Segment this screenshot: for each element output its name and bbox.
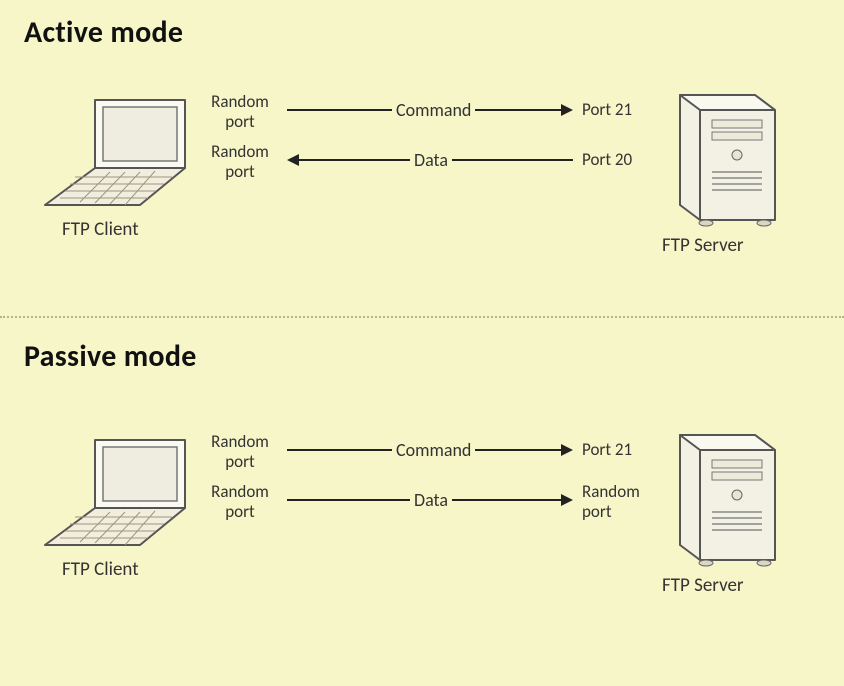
active-client-caption: FTP Client [62,218,139,241]
diagram-canvas: Active mode FTP Client [0,0,844,686]
passive-data-label: Data [410,489,452,511]
passive-cmd-left-port: Random port [200,432,280,471]
passive-client-caption: FTP Client [62,558,139,581]
passive-data-left-port: Random port [200,482,280,521]
active-data-right-port: Port 20 [582,150,652,170]
active-command-label: Command [392,99,475,121]
passive-command-label: Command [392,439,475,461]
laptop-icon [40,90,190,210]
active-cmd-right-port: Port 21 [582,100,652,120]
server-icon [660,80,790,230]
active-data-label: Data [410,149,452,171]
active-cmd-left-port: Random port [200,92,280,131]
server-icon [660,420,790,570]
laptop-icon [40,430,190,550]
passive-data-right-port: Random port [582,482,662,521]
active-title: Active mode [24,14,183,51]
active-server-caption: FTP Server [662,234,744,257]
section-divider [0,316,844,318]
passive-cmd-right-port: Port 21 [582,440,662,460]
active-data-left-port: Random port [200,142,280,181]
passive-server-caption: FTP Server [662,574,744,597]
passive-title: Passive mode [24,338,197,375]
